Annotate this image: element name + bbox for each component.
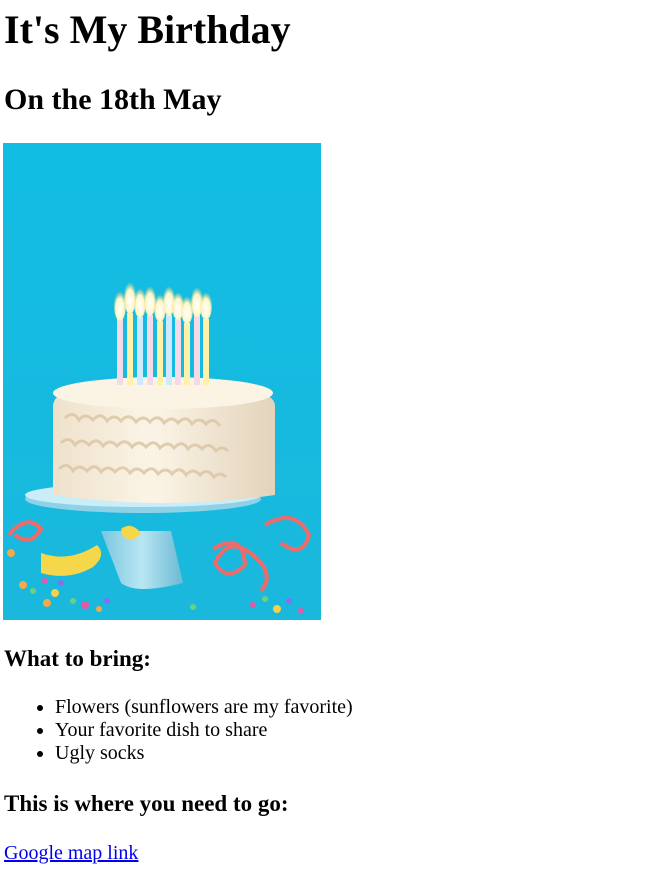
bring-list: Flowers (sunflowers are my favorite) You… [4, 696, 353, 765]
what-to-bring-heading: What to bring: [4, 646, 151, 671]
page-title: It's My Birthday [4, 7, 291, 52]
list-item: Flowers (sunflowers are my favorite) [55, 696, 353, 719]
birthday-cake-image [3, 143, 321, 620]
directions-heading: This is where you need to go: [4, 791, 289, 816]
google-map-link[interactable]: Google map link [4, 841, 138, 865]
event-date: On the 18th May [4, 83, 222, 116]
list-item: Ugly socks [55, 742, 353, 765]
list-item: Your favorite dish to share [55, 719, 353, 742]
